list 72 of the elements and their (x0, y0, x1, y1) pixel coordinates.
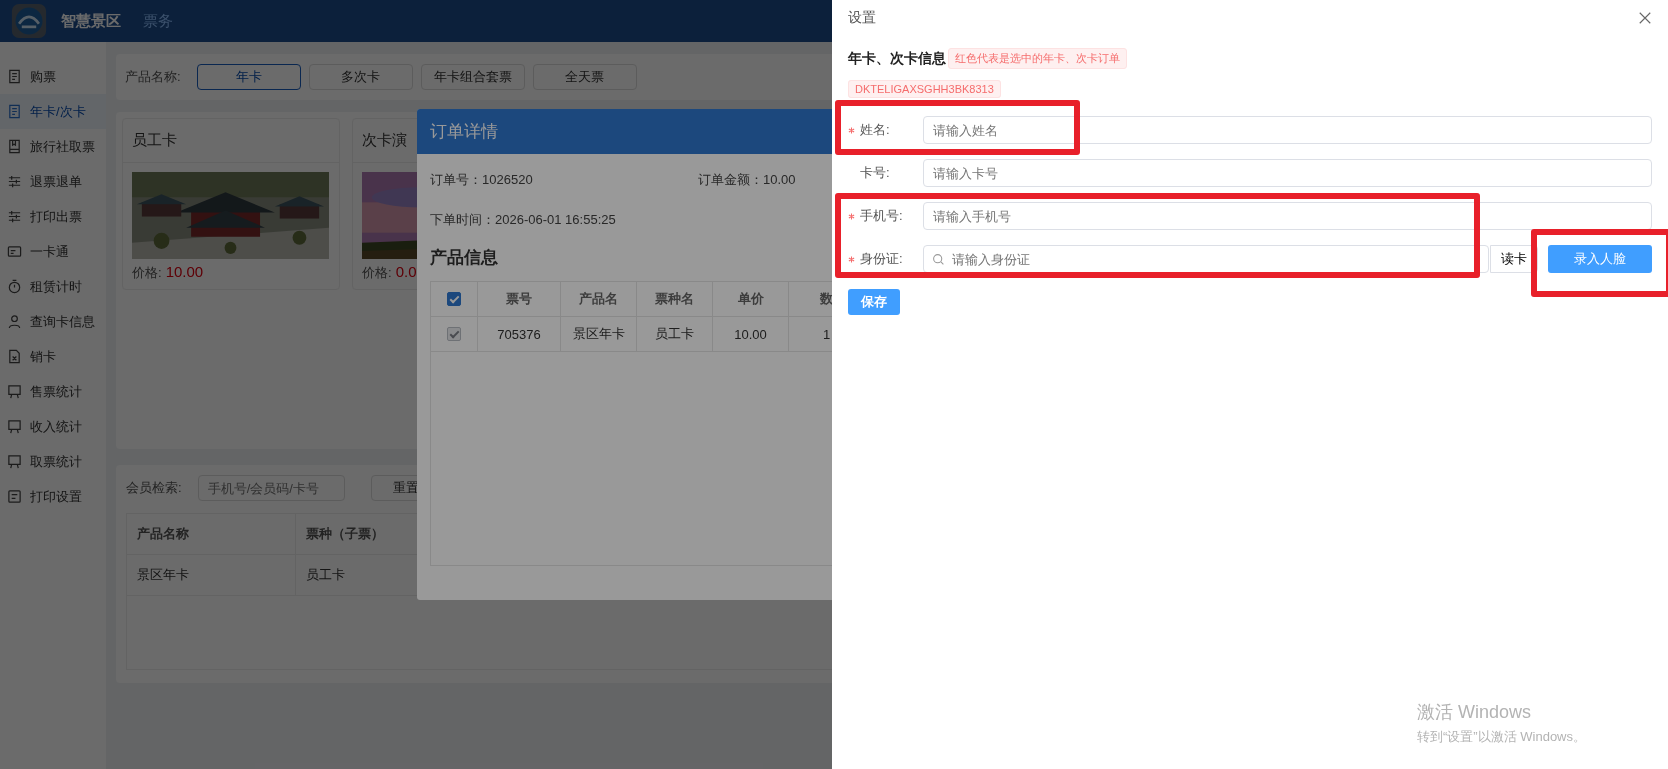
column-header: 单价 (713, 282, 789, 316)
sidebar-item[interactable]: 旅行社取票 (0, 129, 106, 164)
app-name: 智慧景区 (61, 11, 121, 31)
product-option-button[interactable]: 全天票 (532, 64, 637, 90)
save-button[interactable]: 保存 (848, 289, 900, 315)
table-cell: 705376 (478, 317, 561, 351)
checkbox[interactable] (447, 292, 461, 306)
table-cell: 景区年卡 (127, 555, 296, 595)
table-cell: 员工卡 (637, 317, 713, 351)
book-icon (7, 139, 22, 154)
table-cell: 景区年卡 (561, 317, 637, 351)
price-value: 10.00 (165, 263, 204, 280)
field-label: 身份证: (860, 250, 904, 268)
column-header: 票种名 (637, 282, 713, 316)
file-x-icon (7, 349, 22, 364)
column-header: 票号 (478, 282, 561, 316)
table-cell: 10.00 (713, 317, 789, 351)
document-icon (7, 104, 22, 119)
card-code-tag: DKTELIGAXSGHH3BK8313 (848, 80, 1001, 98)
member-search-label: 会员检索: (126, 479, 182, 497)
sidebar-item[interactable]: 打印设置 (0, 479, 106, 514)
order-number: 订单号：1026520 (430, 171, 534, 189)
card-title: 员工卡 (123, 119, 339, 163)
sliders-icon (7, 209, 22, 224)
order-amount: 订单金额：10.00 (698, 171, 796, 189)
sliders-icon (7, 174, 22, 189)
activation-title: 激活 Windows (1417, 701, 1533, 724)
column-header: 产品名称 (127, 514, 296, 554)
sidebar-item[interactable]: 购票 (0, 59, 106, 94)
person-icon (7, 314, 22, 329)
price-label: 价格: (362, 264, 392, 282)
input-field[interactable]: 请输入卡号 (923, 159, 1652, 187)
section-heading: 产品信息 (430, 247, 498, 269)
price-label: 价格: (132, 264, 162, 282)
sidebar-item[interactable]: 租赁计时 (0, 269, 106, 304)
sidebar-item[interactable]: 收入统计 (0, 409, 106, 444)
sidebar-item[interactable]: 售票统计 (0, 374, 106, 409)
product-option-button[interactable]: 年卡 (196, 64, 301, 90)
field-label: 姓名: (860, 121, 891, 139)
section-heading: 年卡、次卡信息 (848, 49, 946, 68)
id-number-field[interactable]: 请输入身份证 (923, 245, 1489, 273)
product-option-button[interactable]: 年卡组合套票 (420, 64, 525, 90)
sidebar-item[interactable]: 查询卡信息 (0, 304, 106, 339)
input-field[interactable]: 请输入姓名 (923, 116, 1652, 144)
column-header: 产品名 (561, 282, 637, 316)
order-time: 下单时间：2026-06-01 16:55:25 (430, 211, 616, 229)
face-enroll-button[interactable]: 录入人脸 (1548, 245, 1652, 273)
easel-icon (7, 384, 22, 399)
search-icon (932, 253, 945, 266)
logo-icon (11, 3, 47, 39)
input-field[interactable]: 请输入手机号 (923, 202, 1652, 230)
dialog-title: 订单详情 (430, 121, 498, 143)
sidebar-item[interactable]: 取票统计 (0, 444, 106, 479)
easel-icon (7, 419, 22, 434)
sidebar-item[interactable]: 退票退单 (0, 164, 106, 199)
product-card[interactable]: 员工卡 价格: 10.00 (122, 118, 340, 290)
filter-label: 产品名称: (125, 68, 181, 86)
sidebar-item[interactable]: 年卡/次卡 (0, 94, 106, 129)
drawer-title: 设置 (848, 9, 876, 27)
document-icon (7, 69, 22, 84)
stopwatch-icon (7, 279, 22, 294)
field-label: 卡号: (860, 164, 891, 182)
sidebar-item[interactable]: 销卡 (0, 339, 106, 374)
sidebar-item[interactable]: 打印出票 (0, 199, 106, 234)
field-label: 手机号: (860, 207, 904, 225)
easel-icon (7, 454, 22, 469)
price-value: 0.0 (395, 263, 417, 280)
card-icon (7, 244, 22, 259)
close-icon[interactable] (1638, 11, 1652, 25)
hint-tag: 红色代表是选中的年卡、次卡订单 (948, 48, 1127, 69)
product-option-button[interactable]: 多次卡 (308, 64, 413, 90)
activation-text: 转到“设置”以激活 Windows。 (1417, 728, 1586, 746)
